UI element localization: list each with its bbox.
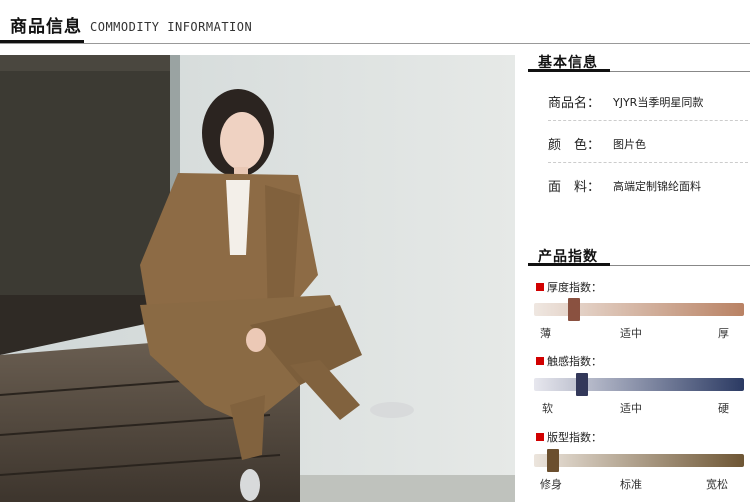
thickness-slider-knob xyxy=(568,298,580,321)
info-row-fabric: 面 料： 高端定制锦纶面料 xyxy=(548,164,748,204)
fit-label: 版型指数： xyxy=(536,429,602,445)
fit-ticks: 修身 标准 宽松 xyxy=(540,476,740,492)
tick-low: 软 xyxy=(542,402,553,415)
tick-low: 修身 xyxy=(540,478,562,491)
tick-high: 宽松 xyxy=(706,478,728,491)
thickness-slider xyxy=(534,298,744,321)
red-square-icon xyxy=(536,433,544,441)
fit-slider xyxy=(534,449,744,472)
product-index-header: 产品指数 xyxy=(528,242,750,268)
touch-label: 触感指数： xyxy=(536,353,602,369)
tick-low: 薄 xyxy=(540,327,551,340)
info-key: 商品名： xyxy=(548,96,601,111)
info-value: 图片色 xyxy=(613,138,646,151)
red-square-icon xyxy=(536,283,544,291)
thickness-ticks: 薄 适中 厚 xyxy=(540,325,740,341)
section-title: 商品信息 xyxy=(10,17,82,37)
thickness-label-text: 厚度指数： xyxy=(547,281,602,294)
tick-mid: 标准 xyxy=(620,478,642,491)
touch-slider xyxy=(534,373,744,396)
product-photo-image xyxy=(0,55,515,502)
section-subtitle: COMMODITY INFORMATION xyxy=(90,20,253,34)
info-value: 高端定制锦纶面料 xyxy=(613,180,701,193)
info-value: YJYR当季明星同款 xyxy=(613,96,704,109)
info-row-color: 颜 色： 图片色 xyxy=(548,122,748,163)
product-index-underline xyxy=(528,263,610,266)
basic-info-header: 基本信息 xyxy=(528,48,750,74)
touch-label-text: 触感指数： xyxy=(547,355,602,368)
fit-label-text: 版型指数： xyxy=(547,431,602,444)
tick-high: 厚 xyxy=(718,327,729,340)
info-panel: 基本信息 商品名： YJYR当季明星同款 颜 色： 图片色 面 料： 高端定制锦… xyxy=(528,48,750,502)
info-key: 面 料： xyxy=(548,180,601,195)
red-square-icon xyxy=(536,357,544,365)
tick-mid: 适中 xyxy=(620,402,642,415)
tick-high: 硬 xyxy=(718,402,729,415)
touch-ticks: 软 适中 硬 xyxy=(540,400,740,416)
info-key: 颜 色： xyxy=(548,138,601,153)
product-photo xyxy=(0,55,515,502)
section-header: 商品信息 COMMODITY INFORMATION xyxy=(0,0,750,44)
fit-slider-knob xyxy=(547,449,559,472)
thickness-label: 厚度指数： xyxy=(536,279,602,295)
basic-info-underline xyxy=(528,69,610,72)
touch-slider-knob xyxy=(576,373,588,396)
tick-mid: 适中 xyxy=(620,327,642,340)
info-row-name: 商品名： YJYR当季明星同款 xyxy=(548,80,748,121)
header-divider xyxy=(0,43,750,44)
